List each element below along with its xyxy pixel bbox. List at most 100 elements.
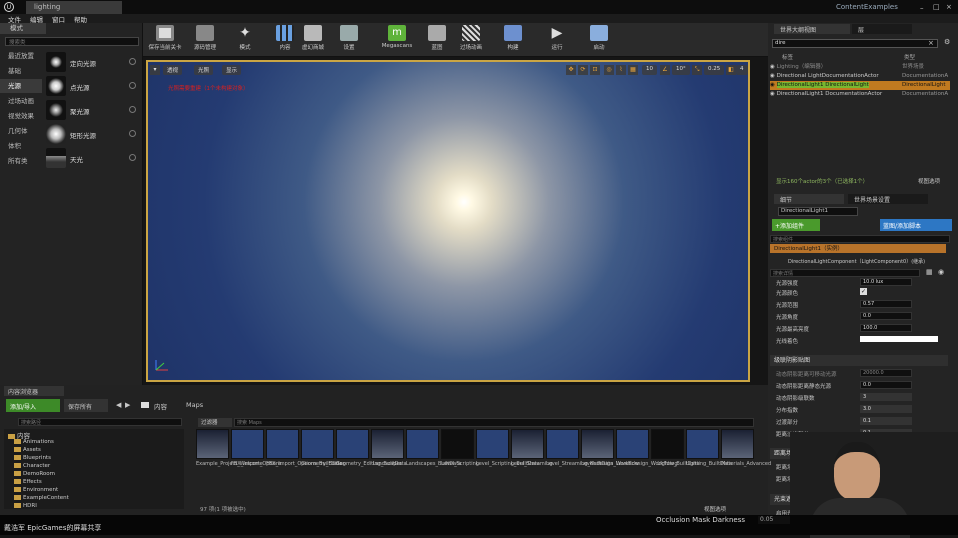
rect-light-item[interactable]: 矩形光源 xyxy=(44,122,140,146)
surface-snap-icon[interactable]: ⌇ xyxy=(616,65,626,75)
tree-item[interactable]: Character xyxy=(14,463,50,469)
save-button[interactable]: 保存当前关卡 xyxy=(143,25,187,55)
asset-tile[interactable]: Landscapes xyxy=(371,429,404,485)
visibility-eye-icon[interactable]: ◉ xyxy=(938,268,944,276)
component-search-input[interactable]: 搜索组件 xyxy=(770,235,950,243)
actor-name-field[interactable]: DirectionalLight1 xyxy=(778,207,858,216)
tree-item[interactable]: Environment xyxy=(14,487,58,493)
forward-icon[interactable]: ▶ xyxy=(125,401,130,409)
asset-tile[interactable]: Level_Scripting_BuiltData xyxy=(476,429,540,485)
cinematics-button[interactable]: 过场动画 xyxy=(449,25,493,55)
level-tab[interactable]: lighting xyxy=(26,1,122,14)
category-volumes[interactable]: 体积 xyxy=(0,139,42,153)
category-visual-effects[interactable]: 视觉效果 xyxy=(0,109,42,123)
asset-tile[interactable]: FBX_Import_Options xyxy=(231,429,282,485)
info-icon[interactable] xyxy=(129,82,136,89)
scale-icon[interactable]: ⊡ xyxy=(590,65,600,75)
launch-button[interactable]: 启动 xyxy=(577,25,621,55)
section-cascaded-shadows[interactable]: 级联阴影贴图 xyxy=(770,355,948,366)
prop-value[interactable]: 100.0 xyxy=(860,324,912,332)
asset-tile[interactable]: Levelsdesign_Workflow_BuiltData xyxy=(616,429,700,485)
info-icon[interactable] xyxy=(129,154,136,161)
checkbox[interactable]: ✓ xyxy=(860,288,867,295)
lit-button[interactable]: 光照 xyxy=(194,65,214,75)
asset-tile[interactable]: Level_Streaming xyxy=(511,429,553,485)
prop-value[interactable]: 10.0 lux xyxy=(860,278,912,286)
asset-tile[interactable]: Level_Scripting xyxy=(441,429,479,485)
point-light-item[interactable]: 点光源 xyxy=(44,74,140,98)
filters-button[interactable]: 过滤器 xyxy=(198,418,232,427)
asset-tile[interactable]: Geometry_Editing_BuiltData xyxy=(336,429,407,485)
details-search-input[interactable]: 搜索详情 xyxy=(770,269,920,277)
component-child[interactable]: DirectionalLightComponent（LightComponent… xyxy=(788,258,925,265)
clear-search-icon[interactable]: × xyxy=(928,39,934,47)
tree-item[interactable]: Blueprints xyxy=(14,455,51,461)
outliner-row-doc-actor-2[interactable]: ◉ DirectionalLight1 DocumentationActor Do… xyxy=(770,90,950,99)
spot-light-item[interactable]: 聚光源 xyxy=(44,98,140,122)
tab-world-settings[interactable]: 世界场景设置 xyxy=(848,194,928,204)
asset-tile[interactable]: Lighting xyxy=(651,429,684,485)
path-maps[interactable]: Maps xyxy=(186,401,203,409)
level-viewport[interactable]: ▾ 透视 光照 显示 ✥ ⟳ ⊡ ◎ ⌇ ▦ 10 ∠ 10° ⤡ 0.25 ◧… xyxy=(146,60,750,382)
asset-tile[interactable]: Levelsdesign_Workflow xyxy=(581,429,639,485)
category-all-classes[interactable]: 所有类 xyxy=(0,154,42,168)
asset-search-input[interactable]: 搜索 Maps xyxy=(234,418,754,427)
rotation-size[interactable]: 10° xyxy=(672,65,690,75)
category-basic[interactable]: 基础 xyxy=(0,64,42,78)
build-button[interactable]: 构建 xyxy=(491,25,535,55)
viewport-menu-icon[interactable]: ▾ xyxy=(150,65,160,75)
prop-value[interactable]: 20000.0 xyxy=(860,369,912,377)
asset-tile[interactable]: Landscapes_BuiltData xyxy=(406,429,461,485)
category-cinematic[interactable]: 过场动画 xyxy=(0,94,42,108)
prop-value[interactable]: 3 xyxy=(860,393,912,401)
back-icon[interactable]: ◀ xyxy=(116,401,121,409)
import-button[interactable]: 添加/导入 xyxy=(6,399,60,412)
outliner-row-doc-actor[interactable]: ◉ Directional LightDocumentationActor Doc… xyxy=(770,72,950,81)
asset-tile[interactable]: Geometry_Editing xyxy=(301,429,346,485)
info-icon[interactable] xyxy=(129,58,136,65)
play-button[interactable]: ▶ 运行 xyxy=(535,25,579,55)
directional-light-item[interactable]: 定向光源 xyxy=(44,50,140,74)
prop-value[interactable]: 3.0 xyxy=(860,405,912,413)
path-content[interactable]: 内容 xyxy=(154,401,167,411)
category-geometry[interactable]: 几何体 xyxy=(0,124,42,138)
camera-speed[interactable]: 4 xyxy=(736,65,748,75)
tree-item[interactable]: HDRI xyxy=(14,503,37,509)
outliner-row-directional-light[interactable]: ◉ DirectionalLight1 DirectionalLight Dire… xyxy=(770,81,950,90)
info-icon[interactable] xyxy=(129,130,136,137)
info-icon[interactable] xyxy=(129,106,136,113)
tree-item[interactable]: ExampleContent xyxy=(14,495,69,501)
modes-tab[interactable]: 模式 xyxy=(0,23,46,34)
outliner-row-world[interactable]: ◉ Lighting（编辑器） 世界场景 xyxy=(770,63,950,72)
prop-value[interactable]: 0.0 xyxy=(860,312,912,320)
col-label[interactable]: 标签 xyxy=(782,53,793,61)
occlusion-value[interactable]: 0.05 xyxy=(758,516,790,524)
rotation-snap-icon[interactable]: ∠ xyxy=(660,65,670,75)
tree-item[interactable]: Assets xyxy=(14,447,41,453)
modes-button[interactable]: ✦ 模式 xyxy=(223,25,267,55)
minimize-icon[interactable]: – xyxy=(920,4,924,12)
prop-value[interactable]: 0.57 xyxy=(860,300,912,308)
scale-snap-icon[interactable]: ⤡ xyxy=(692,65,702,75)
camera-speed-icon[interactable]: ◧ xyxy=(726,65,736,75)
rotate-icon[interactable]: ⟳ xyxy=(578,65,588,75)
component-root[interactable]: DirectionalLight1（实例） xyxy=(770,244,946,253)
close-icon[interactable]: × xyxy=(946,3,952,11)
maximize-icon[interactable]: □ xyxy=(933,3,940,11)
tree-item[interactable]: Animations xyxy=(14,439,54,445)
tab-world-outliner[interactable]: 世界大纲视图 xyxy=(774,24,850,34)
source-control-button[interactable]: 源码管理 xyxy=(183,25,227,55)
grid-snap-icon[interactable]: ▦ xyxy=(628,65,638,75)
content-browser-tab[interactable]: 内容浏览器 xyxy=(4,386,64,396)
outliner-view-options[interactable]: 视图选项 xyxy=(918,177,940,185)
asset-tile[interactable]: Example_Project_Welcome xyxy=(196,429,263,485)
asset-tile[interactable]: Materials_Advanced xyxy=(721,429,771,485)
category-lights[interactable]: 光源 xyxy=(0,79,42,93)
perspective-button[interactable]: 透视 xyxy=(163,65,183,75)
content-view-options[interactable]: 视图选项 xyxy=(704,505,726,513)
save-all-button[interactable]: 保存所有 xyxy=(64,399,108,412)
col-type[interactable]: 类型 xyxy=(904,53,915,61)
eye-icon[interactable]: ◉ xyxy=(770,82,777,88)
add-component-button[interactable]: +添加组件 xyxy=(772,219,820,231)
tree-item[interactable]: Effects xyxy=(14,479,42,485)
